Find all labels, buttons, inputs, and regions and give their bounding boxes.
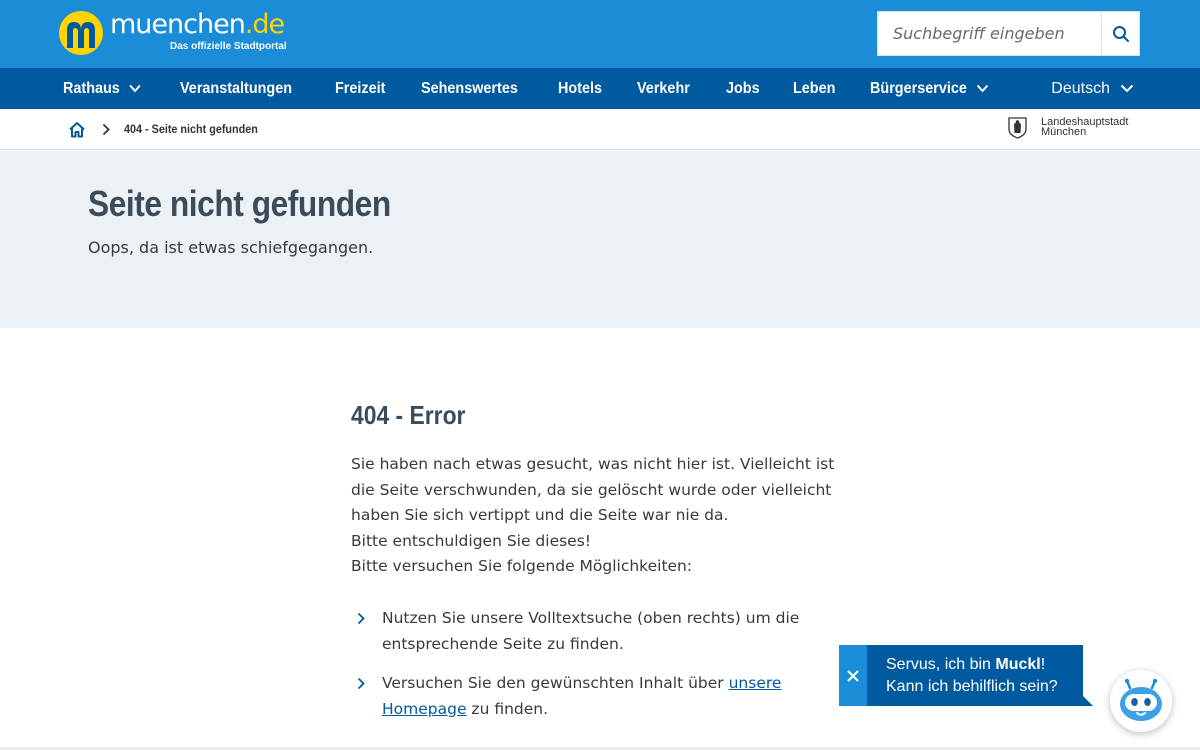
nav-item-freizeit[interactable]: Freizeit [335, 80, 385, 98]
error-text-line: die Seite verschwunden, da sie gelöscht … [351, 480, 832, 499]
breadcrumb: 404 - Seite nicht gefunden [68, 109, 273, 149]
chat-greeting[interactable]: Servus, ich bin Muckl! Kann ich behilfli… [867, 645, 1093, 706]
nav-item-leben[interactable]: Leben [793, 80, 835, 98]
suggestion-list: Nutzen Sie unsere Volltextsuche (oben re… [351, 605, 851, 722]
nav-item-label: Bürgerservice [870, 79, 968, 97]
site-header: muenchen.de Das offizielle Stadtportal [0, 0, 1200, 68]
nav-item-jobs[interactable]: Jobs [726, 80, 760, 98]
chat-teaser: Servus, ich bin Muckl! Kann ich behilfli… [839, 645, 1093, 706]
logo-icon [58, 10, 104, 56]
error-content: 404 - Error Sie haben nach etwas gesucht… [351, 400, 851, 735]
error-description: Sie haben nach etwas gesucht, was nicht … [351, 452, 841, 580]
search-input[interactable] [878, 12, 1101, 55]
chatbot-name: Muckl [995, 656, 1041, 673]
chat-question: Kann ich behilflich sein? [886, 678, 1058, 695]
nav-list: Rathaus Veranstaltungen Freizeit Sehenswert… [63, 68, 1032, 109]
main-navigation: Rathaus Veranstaltungen Freizeit Sehenswert… [0, 68, 1200, 109]
chevron-right-icon [102, 123, 110, 136]
page-hero: Seite nicht gefunden Oops, da ist etwas … [0, 151, 1200, 328]
city-emblem[interactable]: Landeshauptstadt München [1008, 117, 1128, 139]
nav-item-bürgerservice[interactable]: Bürgerservice [870, 79, 989, 98]
logo-tagline: Das offizielle Stadtportal [170, 41, 287, 52]
language-selector[interactable]: Deutsch [1051, 68, 1134, 109]
list-item: Versuchen Sie den gewünschten Inhalt übe… [351, 670, 821, 722]
search-box [877, 11, 1140, 56]
nav-item-label: Leben [793, 79, 836, 97]
search-button[interactable] [1101, 12, 1139, 55]
nav-item-label: Jobs [725, 79, 760, 97]
nav-item-veranstaltungen[interactable]: Veranstaltungen [180, 80, 292, 98]
list-item: Nutzen Sie unsere Volltextsuche (oben re… [351, 605, 821, 657]
error-heading: 404 - Error [351, 400, 466, 430]
chevron-down-icon [1120, 84, 1134, 93]
chatbot-launcher[interactable] [1110, 670, 1172, 732]
error-text-line: haben Sie sich vertippt und die Seite wa… [351, 506, 729, 524]
page-title: Seite nicht gefunden [88, 183, 391, 224]
error-text-line: Sie haben nach etwas gesucht, was nicht … [351, 455, 835, 473]
nav-item-label: Hotels [558, 79, 603, 97]
nav-item-sehenswertes[interactable]: Sehenswertes [421, 80, 518, 98]
suggestion-text: Nutzen Sie unsere Volltextsuche (oben re… [382, 608, 800, 653]
language-label: Deutsch [1051, 79, 1110, 97]
chatbot-icon [1116, 678, 1166, 724]
home-icon[interactable] [68, 121, 86, 138]
chevron-right-icon [357, 612, 365, 625]
nav-item-verkehr[interactable]: Verkehr [637, 80, 690, 98]
chat-close-button[interactable] [839, 645, 867, 706]
suggestion-text: zu finden. [466, 699, 549, 718]
error-text-line: Bitte entschuldigen Sie dieses! [351, 531, 592, 550]
breadcrumb-current: 404 - Seite nicht gefunden [124, 122, 258, 136]
suggestion-text: Versuchen Sie den gewünschten Inhalt übe… [382, 673, 729, 692]
close-icon [847, 669, 859, 682]
search-icon [1112, 25, 1130, 43]
nav-item-label: Freizeit [334, 79, 386, 97]
chevron-down-icon [129, 84, 142, 93]
nav-item-label: Sehenswertes [420, 79, 518, 97]
nav-item-hotels[interactable]: Hotels [558, 80, 602, 98]
chat-greeting-suffix: ! [1040, 656, 1046, 673]
site-logo[interactable]: muenchen.de Das offizielle Stadtportal [58, 10, 287, 58]
logo-wordmark: muenchen.de [110, 9, 285, 40]
page-subtitle: Oops, da ist etwas schiefgegangen. [88, 238, 374, 257]
nav-item-rathaus[interactable]: Rathaus [63, 80, 141, 98]
nav-item-label: Verkehr [637, 79, 690, 97]
city-label-line2: München [1041, 126, 1087, 138]
nav-item-label: Veranstaltungen [180, 79, 293, 97]
coat-of-arms-icon [1008, 117, 1027, 139]
chevron-right-icon [357, 677, 365, 690]
error-text-line: Bitte versuchen Sie folgende Möglichkeit… [351, 557, 693, 575]
chevron-down-icon [976, 84, 989, 93]
chat-greeting-prefix: Servus, ich bin [886, 656, 996, 673]
nav-item-label: Rathaus [63, 79, 120, 97]
